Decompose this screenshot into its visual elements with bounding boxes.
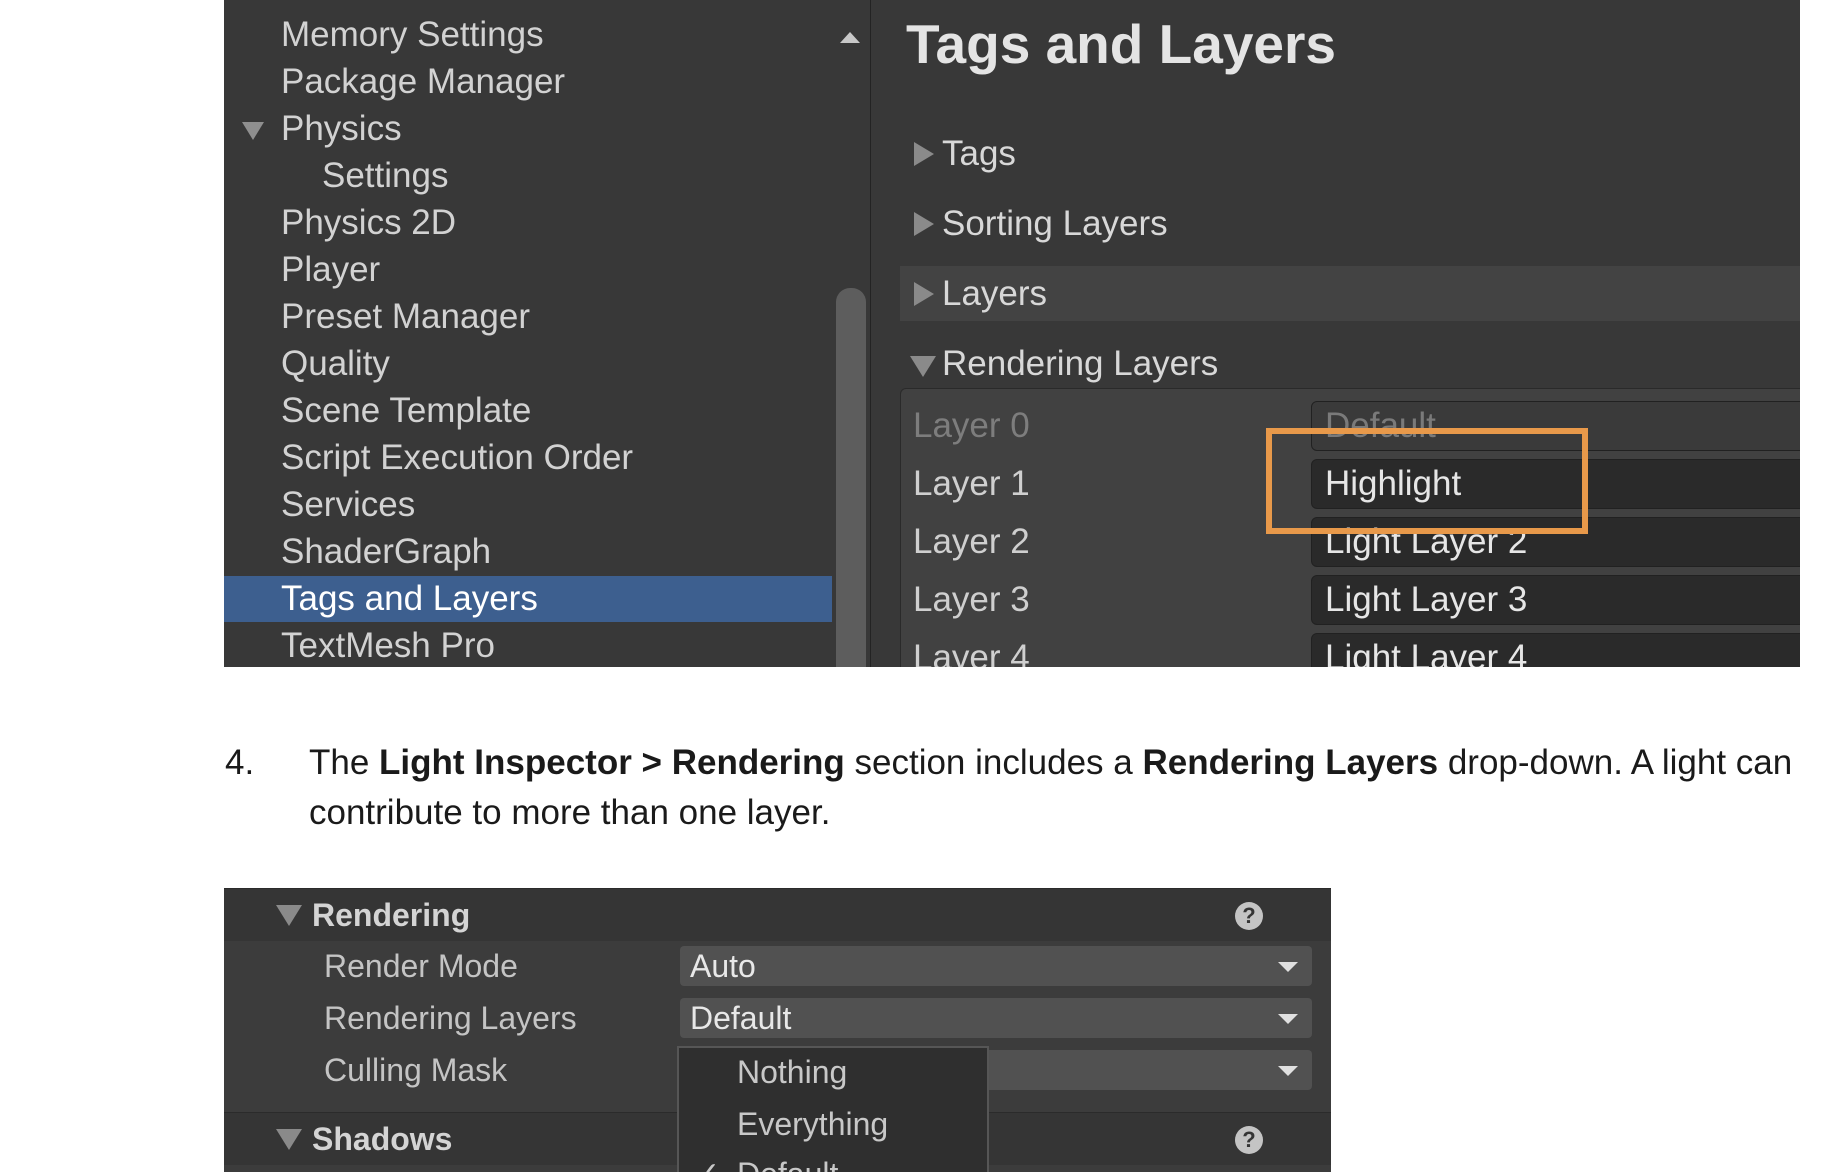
step-number: 4.	[225, 743, 255, 782]
foldout-title: Shadows	[312, 1121, 453, 1157]
section-label: Tags	[942, 134, 1016, 173]
dropdown-value: Default	[690, 1000, 792, 1036]
layer-label: Layer 2	[913, 522, 1030, 561]
sidebar-item-preset-manager[interactable]: Preset Manager	[224, 294, 832, 340]
sidebar-item-label: Physics	[281, 109, 402, 148]
rendering-layers-dropdown-menu: Nothing Everything ✓ Default	[677, 1046, 989, 1172]
layer-label: Layer 4	[913, 638, 1030, 667]
chevron-down-icon	[1278, 1014, 1298, 1024]
sidebar-item-tags-and-layers[interactable]: Tags and Layers	[224, 576, 832, 622]
rendering-layers-row: Rendering Layers Default	[224, 992, 1331, 1044]
light-inspector-screenshot: Rendering ? Render Mode Auto Rendering L…	[224, 888, 1331, 1172]
section-label: Sorting Layers	[942, 204, 1168, 243]
sidebar-item-label: Package Manager	[281, 62, 566, 101]
sidebar-item-memory-settings[interactable]: Memory Settings	[224, 12, 832, 58]
rendering-foldout-header[interactable]: Rendering ?	[224, 888, 1331, 941]
sidebar-item-physics-settings[interactable]: Settings	[224, 153, 832, 199]
step-text: The Light Inspector > Rendering section …	[309, 738, 1819, 838]
sidebar-item-label: Tags and Layers	[281, 579, 538, 618]
sidebar-item-package-manager[interactable]: Package Manager	[224, 59, 832, 105]
sidebar-item-script-execution-order[interactable]: Script Execution Order	[224, 435, 832, 481]
sidebar-item-label: Scene Template	[281, 391, 532, 430]
section-label: Rendering Layers	[942, 344, 1219, 383]
dropdown-value: Auto	[690, 948, 756, 984]
sidebar-item-label: Services	[281, 485, 416, 524]
highlight-callout-box	[1266, 428, 1588, 534]
sidebar-item-label: Preset Manager	[281, 297, 531, 336]
dropdown-option-everything[interactable]: Everything	[737, 1104, 888, 1144]
sidebar-item-physics-2d[interactable]: Physics 2D	[224, 200, 832, 246]
property-label: Rendering Layers	[324, 1000, 577, 1036]
layer-name-value: Light Layer 4	[1325, 638, 1528, 667]
property-label: Culling Mask	[324, 1052, 508, 1088]
caption-text-part: section includes a	[844, 743, 1143, 782]
render-mode-row: Render Mode Auto	[224, 940, 1331, 992]
sidebar-item-label: Memory Settings	[281, 15, 544, 54]
layer-name-value: Light Layer 3	[1325, 580, 1528, 619]
sidebar-item-textmesh-pro[interactable]: TextMesh Pro	[224, 623, 832, 667]
layer-name-field[interactable]: Light Layer 4	[1311, 633, 1800, 667]
rendering-layers-dropdown[interactable]: Default	[680, 998, 1312, 1038]
sidebar-scrollbar-thumb[interactable]	[836, 288, 866, 667]
tags-and-layers-panel: Tags and Layers Tags Sorting Layers Laye…	[872, 0, 1800, 667]
sidebar-item-label: Physics 2D	[281, 203, 457, 242]
sidebar-item-label: Script Execution Order	[281, 438, 634, 477]
project-settings-screenshot: Memory Settings Package Manager Physics …	[224, 0, 1800, 667]
render-mode-dropdown[interactable]: Auto	[680, 946, 1312, 986]
expanded-arrow-icon	[276, 1129, 302, 1150]
sidebar-item-label: ShaderGraph	[281, 532, 492, 571]
scroll-up-arrow-icon[interactable]	[840, 32, 860, 43]
layer-label: Layer 1	[913, 464, 1030, 503]
caption-bold-part: Rendering Layers	[1142, 743, 1439, 782]
page-title: Tags and Layers	[906, 13, 1336, 75]
help-icon[interactable]: ?	[1235, 1126, 1263, 1154]
section-tags[interactable]: Tags	[900, 126, 1800, 181]
section-label: Layers	[942, 274, 1048, 313]
chevron-down-icon	[1278, 962, 1298, 972]
layer-label: Layer 3	[913, 580, 1030, 619]
dropdown-option-nothing[interactable]: Nothing	[737, 1052, 847, 1092]
chevron-down-icon	[1278, 1066, 1298, 1076]
sidebar-item-label: Quality	[281, 344, 390, 383]
expanded-arrow-icon	[910, 356, 936, 377]
sidebar-item-services[interactable]: Services	[224, 482, 832, 528]
expanded-arrow-icon	[276, 905, 302, 926]
section-layers[interactable]: Layers	[900, 266, 1800, 321]
layer-name-field[interactable]: Light Layer 3	[1311, 575, 1800, 625]
layer-label: Layer 0	[913, 406, 1030, 445]
section-sorting-layers[interactable]: Sorting Layers	[900, 196, 1800, 251]
sidebar-item-player[interactable]: Player	[224, 247, 832, 293]
sidebar-item-quality[interactable]: Quality	[224, 341, 832, 387]
caption-text-part: The	[309, 743, 380, 782]
collapsed-arrow-icon	[914, 142, 934, 166]
collapsed-arrow-icon	[914, 282, 934, 306]
sidebar-item-label: TextMesh Pro	[281, 626, 495, 665]
section-rendering-layers[interactable]: Rendering Layers	[900, 336, 1800, 391]
foldout-title: Rendering	[312, 897, 471, 933]
expand-arrow-icon[interactable]	[242, 122, 264, 140]
sidebar-item-physics[interactable]: Physics	[224, 106, 832, 152]
sidebar-item-label: Player	[281, 250, 381, 289]
settings-sidebar: Memory Settings Package Manager Physics …	[224, 0, 871, 667]
checkmark-icon: ✓	[695, 1154, 720, 1172]
help-icon[interactable]: ?	[1235, 902, 1263, 930]
collapsed-arrow-icon	[914, 212, 934, 236]
sidebar-item-shadergraph[interactable]: ShaderGraph	[224, 529, 832, 575]
sidebar-item-scene-template[interactable]: Scene Template	[224, 388, 832, 434]
rendering-layer-row: Layer 4 Light Layer 4	[901, 629, 1800, 667]
sidebar-item-label: Settings	[322, 156, 449, 195]
caption-bold-part: Light Inspector > Rendering	[379, 743, 845, 782]
rendering-layer-row: Layer 3 Light Layer 3	[901, 571, 1800, 629]
property-label: Render Mode	[324, 948, 518, 984]
dropdown-option-default[interactable]: Default	[737, 1154, 838, 1172]
